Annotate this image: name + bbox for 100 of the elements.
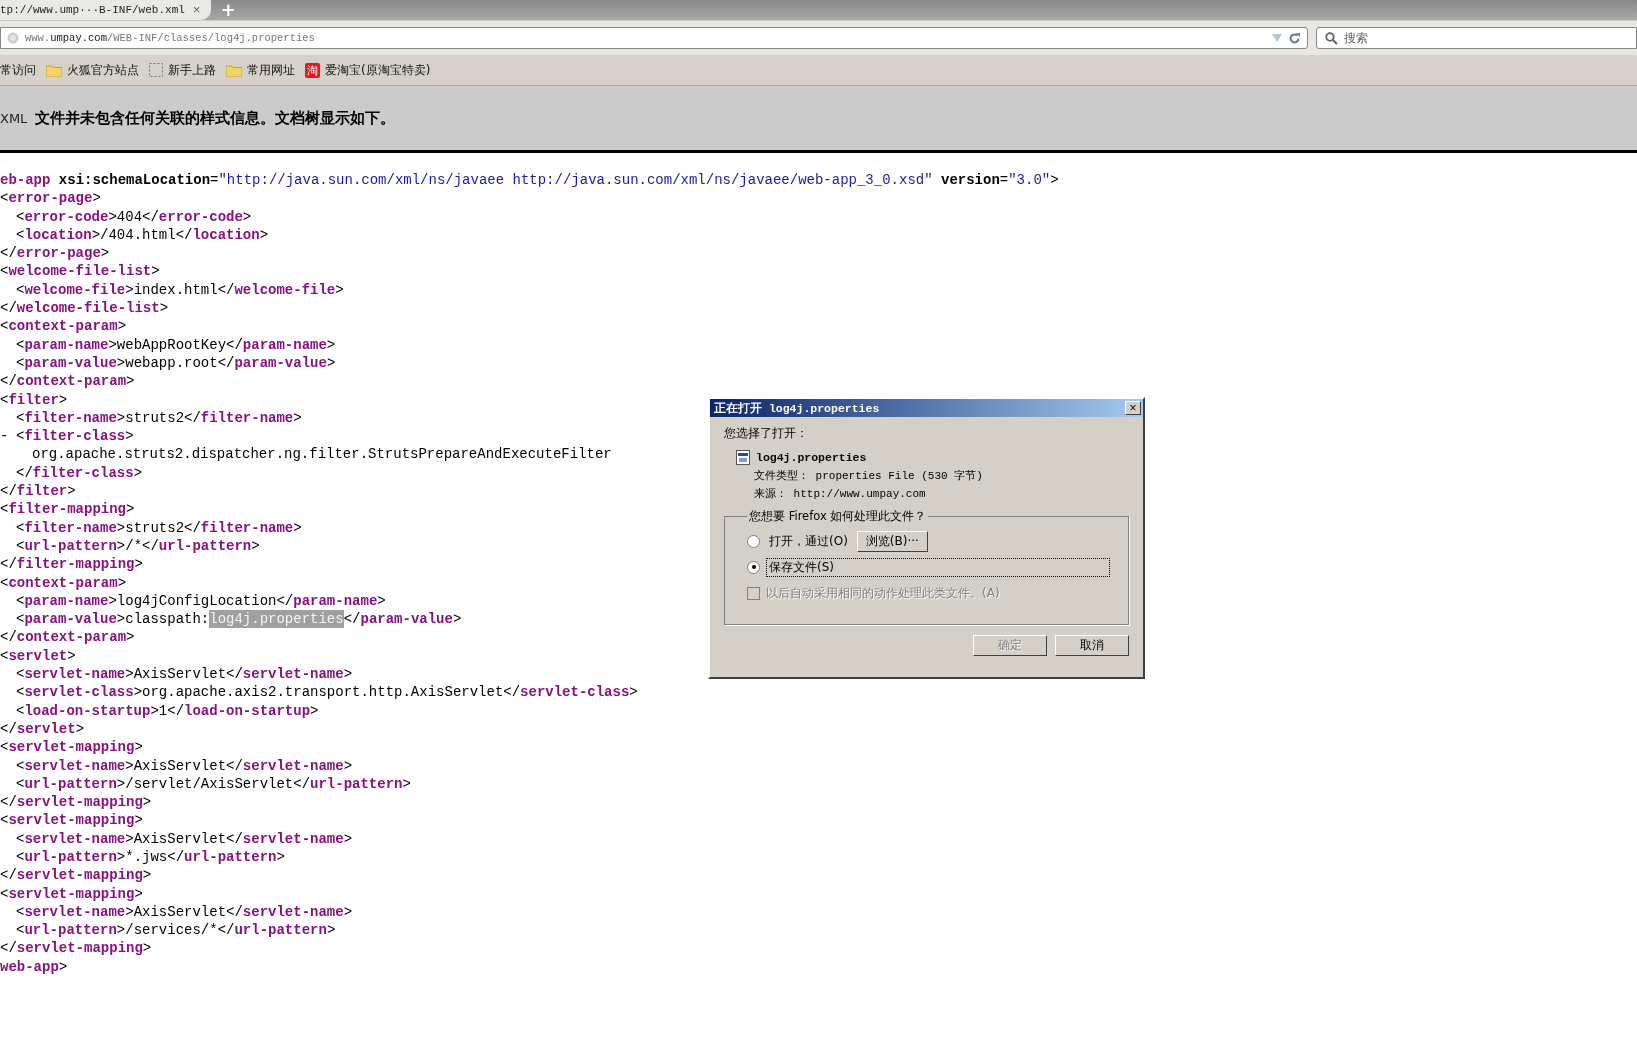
search-icon — [1325, 31, 1338, 45]
xml-text: >/*</ — [116, 536, 159, 556]
xml-text: >struts2</ — [116, 408, 201, 428]
tag-name: param-value — [24, 353, 117, 373]
option-label[interactable]: 打开，通过(O) — [766, 531, 851, 551]
xml-text: > — [335, 280, 344, 300]
xml-text: > — [402, 774, 411, 794]
bookmark[interactable]: 常访问 — [0, 61, 36, 79]
tag-name: param-name — [24, 335, 109, 354]
tag-name: servlet-mapping — [8, 884, 135, 903]
xml-text: > — [126, 628, 135, 647]
xml-text: > — [159, 299, 169, 318]
xml-text: < — [16, 665, 25, 684]
xml-text: >webapp.root</ — [116, 353, 235, 373]
tag-name: servlet-name — [24, 665, 126, 684]
xml-text: </ — [343, 610, 361, 629]
folder-icon — [226, 63, 242, 77]
tag-name: servlet-class — [520, 683, 630, 702]
tag-name: eb-app — [0, 171, 51, 190]
option-label[interactable]: 保存文件(S) — [766, 557, 1110, 577]
xml-text: >/services/*</ — [116, 921, 235, 940]
xml-text: < — [0, 390, 9, 409]
tag-name: context-param — [8, 573, 118, 592]
close-button[interactable]: × — [1125, 401, 1141, 415]
xml-text: > — [134, 555, 143, 574]
tag-name: servlet-name — [242, 665, 344, 684]
intro-text: 您选择了打开： — [724, 425, 809, 442]
xml-text: < — [16, 774, 25, 794]
tag-name: servlet-class — [24, 683, 134, 702]
tag-name: param-name — [293, 591, 378, 611]
tag-name: web-app — [0, 957, 59, 977]
xml-text: >AxisServlet</ — [125, 829, 243, 848]
bookmark[interactable]: 新手上路 — [149, 61, 216, 79]
bookmark[interactable]: 常用网址 — [226, 61, 295, 79]
browser-tab[interactable]: tp://www.ump···B-INF/web.xml × — [0, 0, 211, 20]
dropdown-icon[interactable] — [1272, 34, 1282, 42]
close-icon[interactable]: × — [192, 2, 201, 18]
browse-button[interactable]: 浏览(B)··· — [856, 530, 928, 552]
xml-text: > — [142, 866, 152, 885]
xml-text: </ — [0, 628, 17, 647]
xml-text: < — [16, 518, 25, 537]
xml-text: </ — [0, 372, 17, 391]
tag-name: servlet-name — [24, 902, 126, 922]
xml-text: >1</ — [150, 701, 185, 720]
xml-text: < — [0, 573, 9, 592]
xml-text: > — [126, 500, 135, 519]
tag-name: filter-mapping — [16, 555, 135, 574]
xml-text: > — [1050, 171, 1059, 190]
xml-text: > — [100, 244, 110, 263]
tag-name: param-value — [234, 353, 327, 373]
tag-name: url-pattern — [24, 921, 117, 940]
xml-text: < — [16, 427, 25, 446]
tag-name: filter-name — [200, 518, 294, 537]
radio-button[interactable] — [747, 534, 760, 548]
file-name: log4j.properties — [756, 451, 867, 464]
xml-text: > — [134, 884, 143, 903]
tag-name: filter — [16, 482, 68, 501]
tag-name: filter-class — [24, 427, 126, 446]
bookmark[interactable]: 淘 爱淘宝(原淘宝特卖) — [305, 61, 431, 79]
bookmark[interactable]: 火狐官方站点 — [46, 61, 139, 79]
xml-text: > — [242, 207, 252, 226]
info-message: 文件并未包含任何关联的样式信息。文档树显示如下。 — [35, 108, 396, 128]
xml-text: > — [293, 518, 302, 537]
tag-name: servlet-mapping — [16, 866, 143, 885]
tag-name: filter-name — [24, 408, 117, 428]
xml-text: < — [16, 353, 25, 373]
xml-text: < — [16, 756, 25, 775]
tag-name: context-param — [8, 317, 118, 336]
xml-text: > — [343, 665, 353, 684]
tag-name: servlet-mapping — [8, 738, 135, 757]
attribute-name: xsi:schemaLocation — [57, 171, 211, 190]
tag-name: welcome-file — [24, 280, 126, 300]
xml-text: >404</ — [108, 207, 159, 226]
xml-text: >log4jConfigLocation</ — [108, 591, 294, 611]
xml-text: > — [310, 701, 319, 720]
action-group: 您想要 Firefox 如何处理此文件？ 打开，通过(O) 浏览(B)··· 保存文件(S) 以后自动采用相同的动作处理此类文件。(A) — [724, 509, 1129, 625]
xml-text: < — [16, 610, 25, 629]
xml-text: </ — [0, 719, 17, 739]
xml-text: </ — [0, 793, 17, 812]
radio-button[interactable] — [747, 560, 760, 574]
address-field[interactable]: www.umpay.com/WEB-INF/classes/log4j.properties — [0, 27, 1308, 49]
xml-text: > — [58, 957, 68, 977]
tag-name: servlet — [16, 719, 76, 739]
xml-text: org.apache.struts2.dispatcher.ng.filter.StrutsPrepareAndExecuteFilter — [32, 445, 612, 464]
tag-name: error-page — [8, 189, 93, 208]
collapse-toggle[interactable]: - — [0, 427, 16, 446]
reload-icon[interactable] — [1288, 31, 1301, 45]
tag-name: servlet — [8, 646, 68, 665]
xml-text: >AxisServlet</ — [125, 756, 243, 775]
xml-text: > — [133, 463, 143, 483]
dialog-button[interactable]: 取消 — [1055, 635, 1129, 656]
attribute-value: "http://java.sun.com/xml/ns/javaee http://java.sun.com/xml/ns/javaee/web-app_3_0.xsd" — [218, 171, 933, 190]
xml-text: > — [134, 738, 143, 757]
tag-name: servlet-name — [242, 829, 344, 848]
xml-text: </ — [0, 939, 17, 958]
tag-name: filter-mapping — [8, 500, 127, 519]
tag-name: servlet-name — [242, 902, 344, 922]
search-field[interactable]: 搜索 — [1316, 27, 1637, 49]
xml-text: < — [16, 701, 25, 720]
tag-name: welcome-file — [234, 280, 336, 300]
